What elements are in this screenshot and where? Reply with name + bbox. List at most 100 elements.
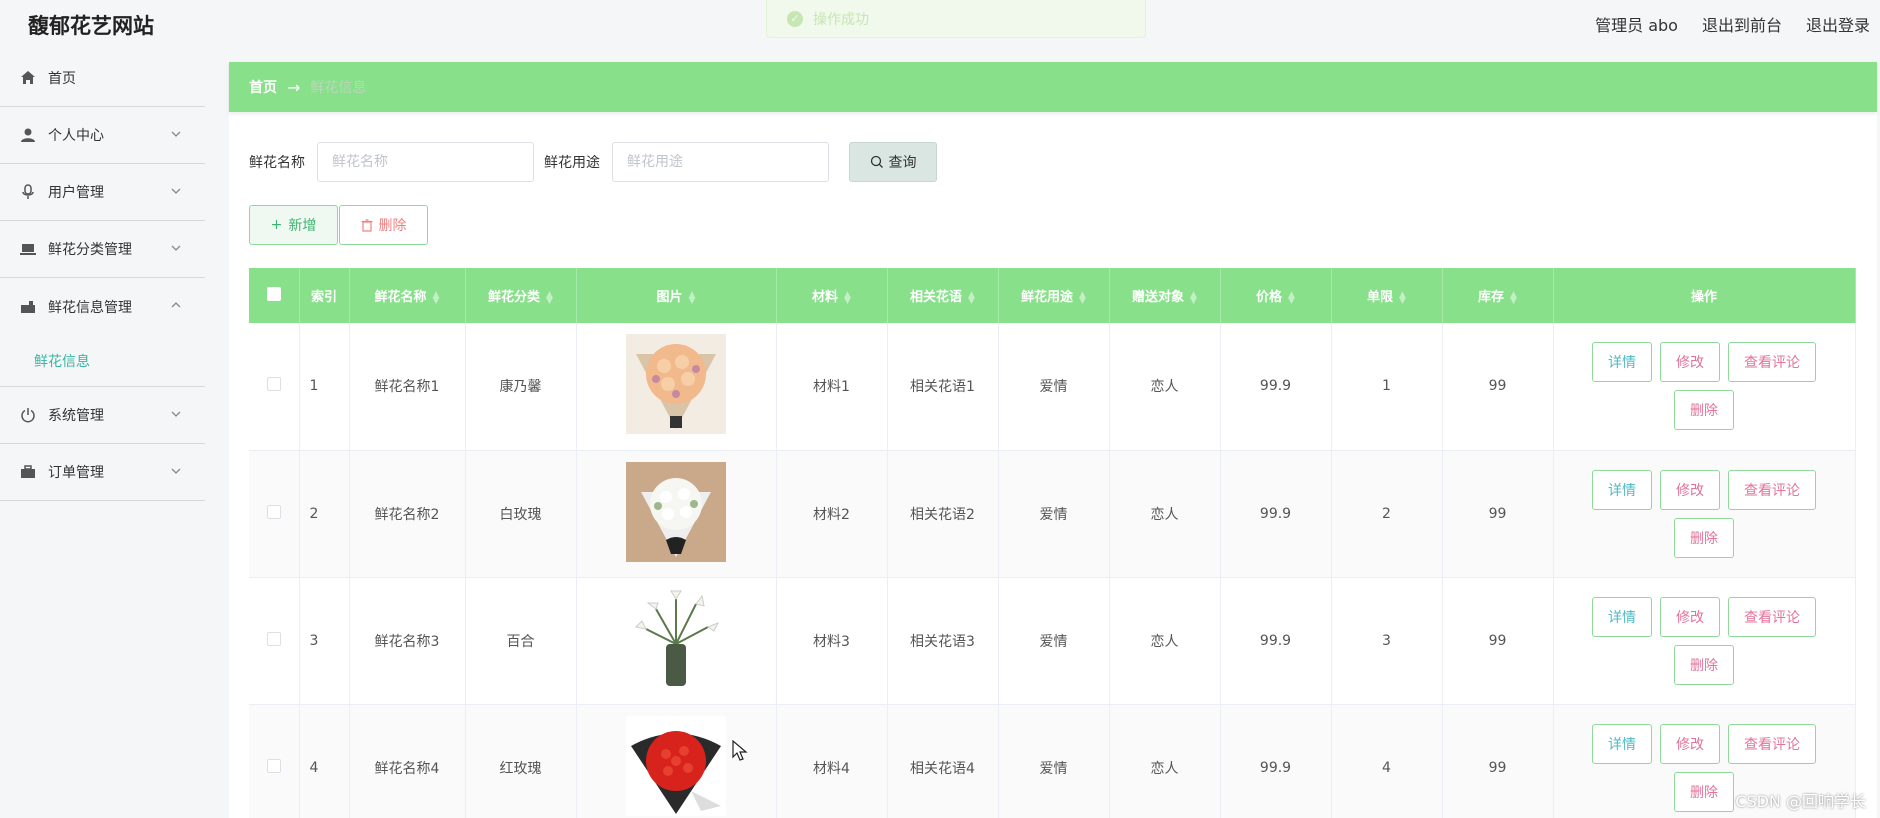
cell-price: 99.9 <box>1220 450 1332 578</box>
select-all-checkbox[interactable] <box>266 286 281 301</box>
edit-button[interactable]: 修改 <box>1660 469 1720 510</box>
cell-limit: 2 <box>1331 450 1443 578</box>
col-header-label: 操作 <box>1690 290 1717 305</box>
cell-name: 鲜花名称3 <box>349 577 466 705</box>
cell-index: 2 <box>299 450 350 578</box>
cell-price: 99.9 <box>1220 577 1332 705</box>
view-reviews-button[interactable]: 查看评论 <box>1728 723 1816 764</box>
add-button[interactable]: + 新增 <box>249 205 338 245</box>
sort-icon[interactable]: ▲ ▼ <box>546 290 553 305</box>
sidebar-item-users[interactable]: 用户管理 <box>0 164 205 221</box>
col-header[interactable]: 价格 ▲ ▼ <box>1220 268 1332 323</box>
col-header[interactable]: 鲜花分类 ▲ ▼ <box>465 268 577 323</box>
row-select-cell <box>249 450 300 578</box>
col-header-label: 单限 <box>1367 290 1394 305</box>
edit-button[interactable]: 修改 <box>1660 342 1720 383</box>
col-header[interactable]: 图片 ▲ ▼ <box>576 268 777 323</box>
col-header[interactable]: 鲜花用途 ▲ ▼ <box>998 268 1110 323</box>
cell-image <box>576 323 777 451</box>
sort-icon[interactable]: ▲ ▼ <box>844 290 851 305</box>
cell-material: 材料2 <box>776 450 888 578</box>
sort-icon[interactable]: ▲ ▼ <box>689 290 696 305</box>
cell-actions: 详情 修改 查看评论 删除 <box>1553 577 1856 705</box>
detail-button[interactable]: 详情 <box>1592 342 1652 383</box>
logout-link[interactable]: 退出登录 <box>1806 12 1870 36</box>
col-header-label: 图片 <box>656 290 683 305</box>
row-select-cell <box>249 577 300 705</box>
batch-delete-button[interactable]: 删除 <box>339 205 428 245</box>
cell-category: 白玫瑰 <box>465 450 577 578</box>
sidebar-item-label: 用户管理 <box>48 185 104 201</box>
sort-icon[interactable]: ▲ ▼ <box>968 290 975 305</box>
cell-price: 99.9 <box>1220 704 1332 818</box>
detail-button[interactable]: 详情 <box>1592 596 1652 637</box>
cell-language: 相关花语1 <box>887 323 999 451</box>
sidebar-item-system[interactable]: 系统管理 <box>0 387 205 444</box>
sort-icon[interactable]: ▲ ▼ <box>1079 290 1086 305</box>
edit-button[interactable]: 修改 <box>1660 596 1720 637</box>
user-icon <box>20 127 36 143</box>
row-checkbox[interactable] <box>266 758 281 773</box>
sidebar-item-flower-info[interactable]: 鲜花信息管理 <box>0 278 205 335</box>
sidebar-item-personal[interactable]: 个人中心 <box>0 107 205 164</box>
to-front-link[interactable]: 退出到前台 <box>1702 12 1782 36</box>
toast-message: 操作成功 <box>813 11 869 28</box>
col-header[interactable]: 赠送对象 ▲ ▼ <box>1109 268 1221 323</box>
edit-button[interactable]: 修改 <box>1660 723 1720 764</box>
col-header-label: 价格 <box>1256 290 1283 305</box>
flower-name-input[interactable] <box>317 142 534 182</box>
sort-icon[interactable]: ▲ ▼ <box>433 290 440 305</box>
sidebar-item-home[interactable]: 首页 <box>0 50 205 107</box>
power-icon <box>20 407 36 423</box>
query-button[interactable]: 查询 <box>849 142 937 182</box>
row-checkbox[interactable] <box>266 377 281 392</box>
search-icon <box>870 155 883 168</box>
plus-icon: + <box>270 217 283 233</box>
cell-name: 鲜花名称1 <box>349 323 466 451</box>
view-reviews-button[interactable]: 查看评论 <box>1728 596 1816 637</box>
chevron-down-icon <box>171 131 181 137</box>
row-select-cell <box>249 323 300 451</box>
sort-icon[interactable]: ▲ ▼ <box>1399 290 1406 305</box>
delete-button[interactable]: 删除 <box>1674 390 1734 431</box>
row-checkbox[interactable] <box>266 504 281 519</box>
detail-button[interactable]: 详情 <box>1592 469 1652 510</box>
row-checkbox[interactable] <box>266 631 281 646</box>
submenu-flower-info[interactable]: 鲜花信息 <box>0 335 205 387</box>
breadcrumb-home[interactable]: 首页 <box>249 77 277 97</box>
cell-material: 材料4 <box>776 704 888 818</box>
action-buttons: + 新增 删除 <box>249 205 428 245</box>
col-header[interactable]: 相关花语 ▲ ▼ <box>887 268 999 323</box>
view-reviews-button[interactable]: 查看评论 <box>1728 469 1816 510</box>
sort-icon[interactable]: ▲ ▼ <box>1510 290 1517 305</box>
col-header[interactable]: 库存 ▲ ▼ <box>1442 268 1554 323</box>
delete-button[interactable]: 删除 <box>1674 517 1734 558</box>
sort-icon[interactable]: ▲ ▼ <box>1288 290 1295 305</box>
col-header-label: 相关花语 <box>910 290 963 305</box>
sidebar-item-label: 订单管理 <box>48 465 104 481</box>
cell-limit: 4 <box>1331 704 1443 818</box>
cell-stock: 99 <box>1442 323 1554 451</box>
cell-image <box>576 577 777 705</box>
cell-material: 材料1 <box>776 323 888 451</box>
delete-button[interactable]: 删除 <box>1674 771 1734 812</box>
col-header[interactable]: 单限 ▲ ▼ <box>1331 268 1443 323</box>
cell-image <box>576 450 777 578</box>
trash-icon <box>361 218 372 232</box>
detail-button[interactable]: 详情 <box>1592 723 1652 764</box>
delete-button[interactable]: 删除 <box>1674 644 1734 685</box>
red-rose-bouquet-image <box>626 715 726 816</box>
cell-target: 恋人 <box>1109 450 1221 578</box>
col-header[interactable]: 鲜花名称 ▲ ▼ <box>349 268 466 323</box>
sidebar-item-orders[interactable]: 订单管理 <box>0 444 205 501</box>
admin-label: 管理员 abo <box>1595 16 1678 35</box>
cell-use: 爱情 <box>998 704 1110 818</box>
flower-bouquet-image <box>626 334 726 435</box>
view-reviews-button[interactable]: 查看评论 <box>1728 342 1816 383</box>
cell-category: 康乃馨 <box>465 323 577 451</box>
flower-use-input[interactable] <box>612 142 829 182</box>
sort-icon[interactable]: ▲ ▼ <box>1190 290 1197 305</box>
col-header[interactable]: 材料 ▲ ▼ <box>776 268 888 323</box>
sidebar-item-flower-category[interactable]: 鲜花分类管理 <box>0 221 205 278</box>
col-header[interactable]: 索引 <box>299 268 350 323</box>
